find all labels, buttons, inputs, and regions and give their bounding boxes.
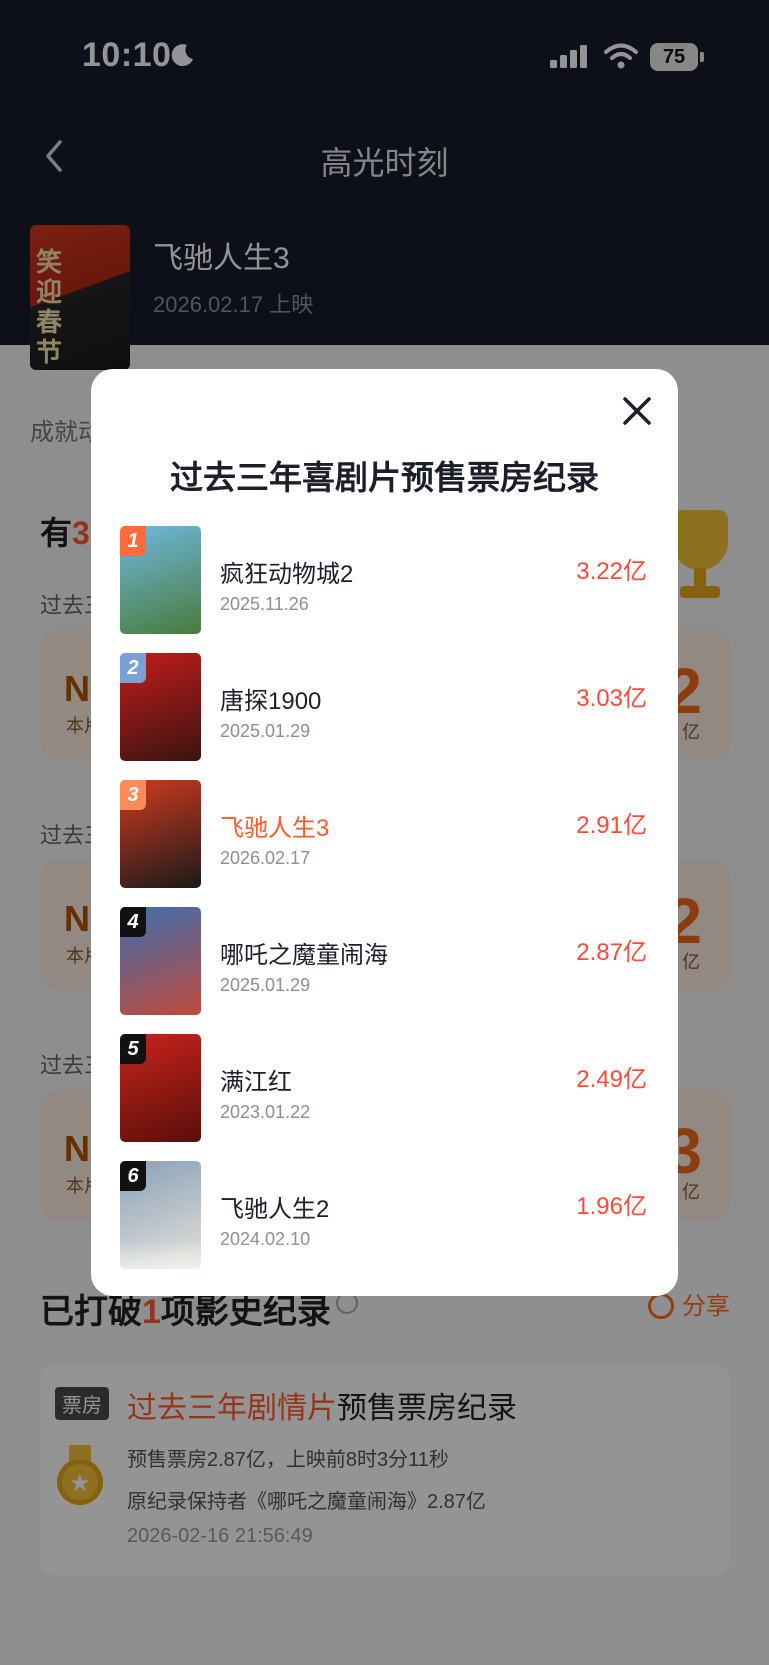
list-item[interactable]: 4 哪吒之魔童闹海 2025.01.29 2.87亿 — [91, 907, 678, 1019]
item-title: 疯狂动物城2 — [220, 561, 354, 588]
item-value: 3.22亿 — [576, 558, 647, 585]
item-title: 飞驰人生2 — [220, 1196, 330, 1223]
rank-badge: 3 — [120, 780, 146, 810]
item-date: 2025.01.29 — [220, 721, 311, 741]
rank-badge: 2 — [120, 653, 146, 683]
rank-badge: 6 — [120, 1161, 146, 1191]
item-value: 3.03亿 — [576, 685, 647, 712]
movie-poster: 1 — [120, 526, 201, 634]
item-title: 满江红 — [220, 1069, 292, 1096]
modal-title: 过去三年喜剧片预售票房纪录 — [170, 459, 599, 496]
movie-poster: 3 — [120, 780, 201, 888]
item-value: 2.91亿 — [576, 812, 647, 839]
movie-poster: 4 — [120, 907, 201, 1015]
movie-poster: 2 — [120, 653, 201, 761]
item-date: 2025.01.29 — [220, 975, 311, 995]
list-item[interactable]: 1 疯狂动物城2 2025.11.26 3.22亿 — [91, 526, 678, 638]
item-title: 唐探1900 — [220, 688, 322, 715]
scroll-fade — [91, 1239, 678, 1296]
item-date: 2026.02.17 — [220, 848, 311, 868]
ranking-modal: 过去三年喜剧片预售票房纪录 1 疯狂动物城2 2025.11.26 3.22亿 … — [91, 369, 678, 1296]
item-title: 飞驰人生3 — [220, 815, 330, 842]
rank-badge: 4 — [120, 907, 146, 937]
item-title: 哪吒之魔童闹海 — [220, 942, 388, 969]
list-item[interactable]: 5 满江红 2023.01.22 2.49亿 — [91, 1034, 678, 1146]
item-value: 2.87亿 — [576, 939, 647, 966]
item-value: 2.49亿 — [576, 1066, 647, 1093]
close-icon[interactable] — [619, 393, 655, 429]
item-date: 2023.01.22 — [220, 1102, 311, 1122]
rank-badge: 1 — [120, 526, 146, 556]
movie-poster: 5 — [120, 1034, 201, 1142]
list-item[interactable]: 2 唐探1900 2025.01.29 3.03亿 — [91, 653, 678, 765]
item-date: 2025.11.26 — [220, 594, 309, 614]
rank-badge: 5 — [120, 1034, 146, 1064]
list-item[interactable]: 3 飞驰人生3 2026.02.17 2.91亿 — [91, 780, 678, 892]
item-value: 1.96亿 — [576, 1193, 647, 1220]
